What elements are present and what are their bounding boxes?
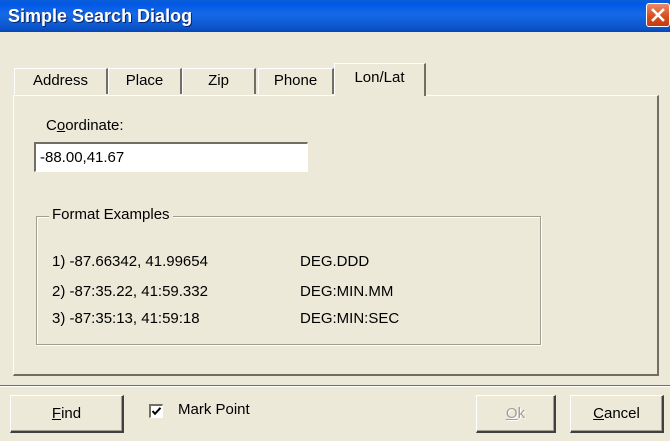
tab-phone-label: Phone <box>273 72 318 89</box>
title-bar[interactable]: Simple Search Dialog <box>0 0 670 32</box>
example-format: DEG.DDD <box>300 253 370 270</box>
example-row: 2) -87:35.22, 41:59.332 <box>52 283 208 300</box>
tab-zip[interactable]: Zip <box>182 68 256 94</box>
coordinate-label-rest: ordinate: <box>65 117 124 134</box>
example-format: DEG:MIN.MM <box>300 283 394 300</box>
dialog-window: Simple Search Dialog Address Place Zip P… <box>0 0 670 441</box>
coordinate-label: Coordinate: <box>46 117 124 134</box>
example-format: DEG:MIN:SEC <box>300 310 400 327</box>
ok-button[interactable]: Ok <box>476 395 556 433</box>
tab-phone[interactable]: Phone <box>258 68 334 94</box>
example-row: 1) -87.66342, 41.99654 <box>52 253 208 270</box>
mark-point-checkbox[interactable] <box>149 404 163 418</box>
ok-label-rest: k <box>517 404 526 422</box>
cancel-label-rest: ancel <box>603 404 640 422</box>
tab-place[interactable]: Place <box>108 68 182 94</box>
coordinate-input[interactable] <box>34 142 308 172</box>
ok-mnemonic: O <box>505 404 518 422</box>
window-title: Simple Search Dialog <box>8 6 193 26</box>
tab-address-label: Address <box>32 72 89 89</box>
tab-place-label: Place <box>125 72 164 89</box>
separator-line <box>0 385 670 387</box>
find-label-rest: ind <box>61 404 82 422</box>
coordinate-label-mnemonic: o <box>56 117 66 134</box>
mark-point-label[interactable]: Mark Point <box>178 401 250 418</box>
find-mnemonic: F <box>51 404 62 422</box>
tab-lonlat-label: Lon/Lat <box>354 69 405 86</box>
tab-lonlat[interactable]: Lon/Lat <box>334 63 426 96</box>
tab-address[interactable]: Address <box>14 68 108 94</box>
format-examples-title: Format Examples <box>49 206 173 223</box>
coordinate-label-prefix: C <box>46 117 57 134</box>
find-button[interactable]: Find <box>10 395 124 433</box>
checkmark-icon <box>151 407 162 416</box>
close-button[interactable] <box>646 3 670 27</box>
example-row: 3) -87:35:13, 41:59:18 <box>52 310 200 327</box>
tab-zip-label: Zip <box>208 72 229 89</box>
cancel-button[interactable]: Cancel <box>570 395 664 433</box>
cancel-mnemonic: C <box>593 404 604 422</box>
close-icon <box>651 8 665 22</box>
